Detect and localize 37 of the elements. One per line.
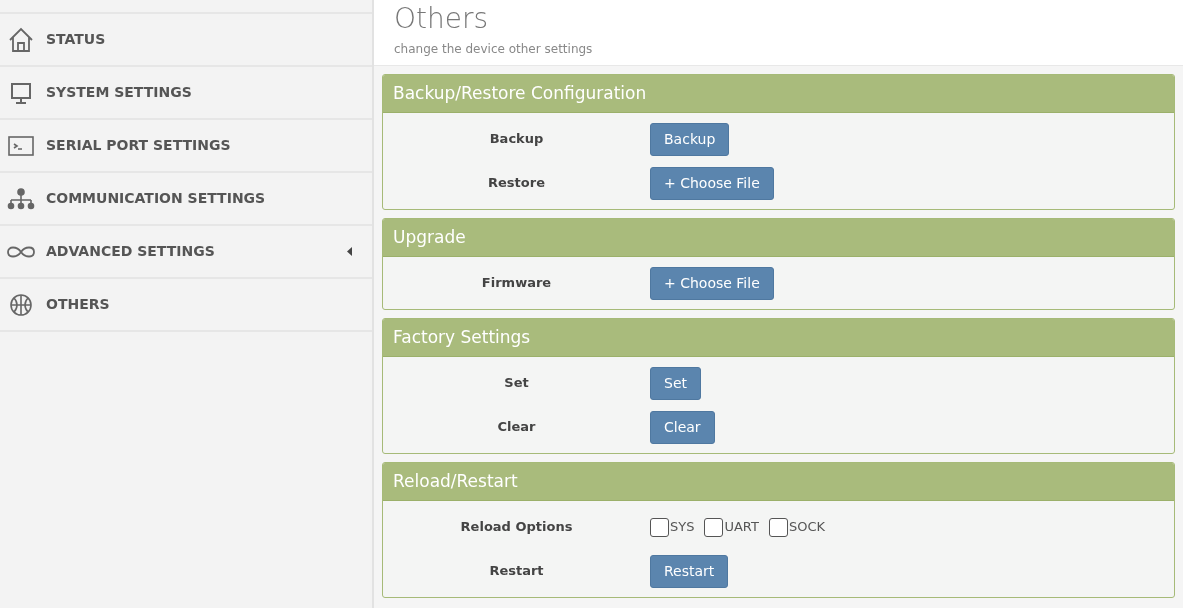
field-label: Firmware xyxy=(481,274,552,293)
checkbox[interactable] xyxy=(650,517,669,537)
house-icon xyxy=(8,26,34,53)
action-button[interactable]: Backup xyxy=(650,122,730,156)
sidebar-item[interactable]: ADVANCED SETTINGS xyxy=(0,224,372,277)
action-button[interactable]: Restart xyxy=(650,554,729,588)
checkbox-label: SYS xyxy=(670,518,695,537)
choose-file-button[interactable]: + Choose File xyxy=(650,166,774,200)
sidebar-item[interactable]: COMMUNICATION SETTINGS xyxy=(0,171,372,224)
field-label: Restore xyxy=(488,174,545,193)
sidebar-item[interactable]: OTHERS xyxy=(0,277,372,330)
sidebar-item[interactable]: SERIAL PORT SETTINGS xyxy=(0,118,372,171)
action-button[interactable]: Set xyxy=(650,366,701,400)
field-label: Backup xyxy=(489,130,544,149)
panel-title: Reload/Restart xyxy=(393,469,518,493)
page-subtitle: change the device other settings xyxy=(394,41,593,58)
checkbox-label: UART xyxy=(724,518,759,537)
monitor-icon xyxy=(9,80,33,105)
choose-file-button[interactable]: + Choose File xyxy=(650,266,774,300)
action-button[interactable]: Clear xyxy=(650,410,715,444)
field-label: Reload Options xyxy=(460,518,573,537)
panel-title: Factory Settings xyxy=(393,325,531,349)
caret-icon xyxy=(347,247,352,256)
terminal-icon xyxy=(8,134,34,157)
checkbox[interactable] xyxy=(768,517,788,537)
basketball-icon xyxy=(9,292,33,317)
network-icon xyxy=(7,187,35,210)
page-title: Others xyxy=(394,2,489,36)
checkbox[interactable] xyxy=(704,517,724,537)
checkbox-label: SOCK xyxy=(788,518,825,537)
field-label: Restart xyxy=(489,562,544,581)
field-label: Clear xyxy=(497,418,536,437)
panel-title: Upgrade xyxy=(393,225,466,249)
panel-title: Backup/Restore Configuration xyxy=(393,81,647,105)
sidebar-item[interactable]: STATUS xyxy=(0,12,372,65)
field-label: Set xyxy=(504,374,529,393)
sidebar-item[interactable]: SYSTEM SETTINGS xyxy=(0,65,372,118)
